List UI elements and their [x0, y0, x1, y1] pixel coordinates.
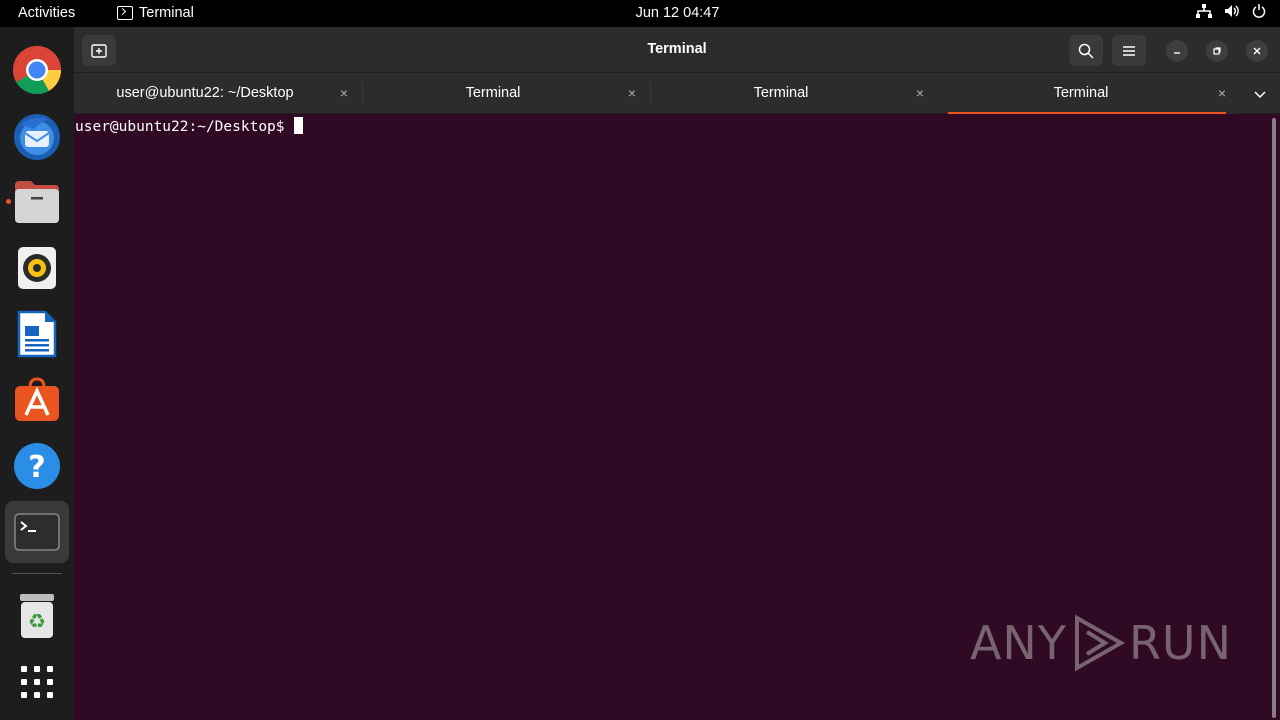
prompt-line: user@ubuntu22:~/Desktop$: [75, 117, 303, 135]
tab-close-icon[interactable]: ×: [628, 85, 636, 101]
tab-desktop[interactable]: user@ubuntu22: ~/Desktop ×: [74, 73, 362, 114]
watermark-left: ANY: [969, 616, 1067, 670]
minimize-icon: [1174, 52, 1180, 54]
close-icon: [1253, 47, 1261, 55]
help-icon: ?: [14, 443, 60, 489]
power-icon[interactable]: [1252, 4, 1266, 18]
system-tray[interactable]: [1196, 4, 1266, 18]
network-icon[interactable]: [1196, 4, 1212, 18]
restore-icon: [1213, 47, 1221, 55]
close-button[interactable]: [1246, 40, 1268, 62]
prompt-text: user@ubuntu22:~/Desktop$: [75, 119, 285, 135]
terminal-area[interactable]: user@ubuntu22:~/Desktop$ ANY RUN: [74, 114, 1280, 720]
tab-label: Terminal: [753, 85, 809, 101]
svg-text:♻: ♻: [28, 609, 46, 633]
tab-close-icon[interactable]: ×: [340, 85, 348, 101]
maximize-button[interactable]: [1206, 40, 1228, 62]
dock-terminal[interactable]: [5, 501, 69, 563]
volume-icon[interactable]: [1224, 4, 1240, 18]
scrollbar[interactable]: [1272, 118, 1276, 718]
tab-close-icon[interactable]: ×: [916, 85, 924, 101]
libreoffice-writer-icon: [17, 310, 57, 358]
minimize-button[interactable]: [1166, 40, 1188, 62]
search-icon: [1078, 43, 1094, 59]
dock-separator: [12, 573, 62, 574]
dock-chrome[interactable]: [5, 39, 69, 101]
trash-icon: ♻: [20, 594, 54, 638]
tab-label: user@ubuntu22: ~/Desktop: [116, 85, 294, 101]
hamburger-icon: [1123, 45, 1135, 56]
tab-list-button[interactable]: [1254, 86, 1266, 104]
top-bar: Activities Terminal Jun 12 04:47: [0, 0, 1280, 27]
dock-app-center[interactable]: [5, 369, 69, 431]
tab-terminal-3[interactable]: Terminal ×: [650, 73, 938, 114]
svg-text:?: ?: [28, 450, 45, 485]
tab-label: Terminal: [465, 85, 521, 101]
play-logo-icon: [1074, 614, 1125, 672]
search-button[interactable]: [1069, 35, 1103, 66]
watermark-right: RUN: [1128, 616, 1232, 670]
dock-trash[interactable]: ♻: [5, 585, 69, 647]
files-icon: [15, 181, 59, 223]
text-cursor: [293, 117, 303, 134]
dock: ? ♻: [0, 27, 74, 720]
dock-libreoffice-writer[interactable]: [5, 303, 69, 365]
show-apps-icon: [21, 666, 53, 698]
dock-thunderbird[interactable]: [5, 105, 69, 167]
rhythmbox-icon: [18, 247, 56, 289]
dock-help[interactable]: ?: [5, 435, 69, 497]
terminal-icon: [14, 513, 60, 551]
terminal-window: Terminal user@ubuntu22: ~/Desktop × Term…: [74, 27, 1280, 720]
tab-terminal-2[interactable]: Terminal ×: [362, 73, 650, 114]
tab-label: Terminal: [1053, 85, 1109, 101]
chevron-down-icon: [1254, 91, 1266, 99]
tab-bar: user@ubuntu22: ~/Desktop × Terminal × Te…: [74, 73, 1280, 115]
thunderbird-icon: [14, 114, 60, 160]
tab-terminal-4[interactable]: Terminal ×: [948, 73, 1240, 115]
anyrun-watermark: ANY RUN: [970, 614, 1232, 672]
header-bar: Terminal: [74, 27, 1280, 73]
clock[interactable]: Jun 12 04:47: [0, 5, 1280, 21]
dock-rhythmbox[interactable]: [5, 237, 69, 299]
menu-button[interactable]: [1112, 35, 1146, 66]
dock-show-apps[interactable]: [5, 651, 69, 713]
tab-close-icon[interactable]: ×: [1218, 85, 1226, 101]
chrome-icon: [12, 45, 62, 95]
app-center-icon: [15, 377, 59, 421]
dock-files[interactable]: [5, 171, 69, 233]
